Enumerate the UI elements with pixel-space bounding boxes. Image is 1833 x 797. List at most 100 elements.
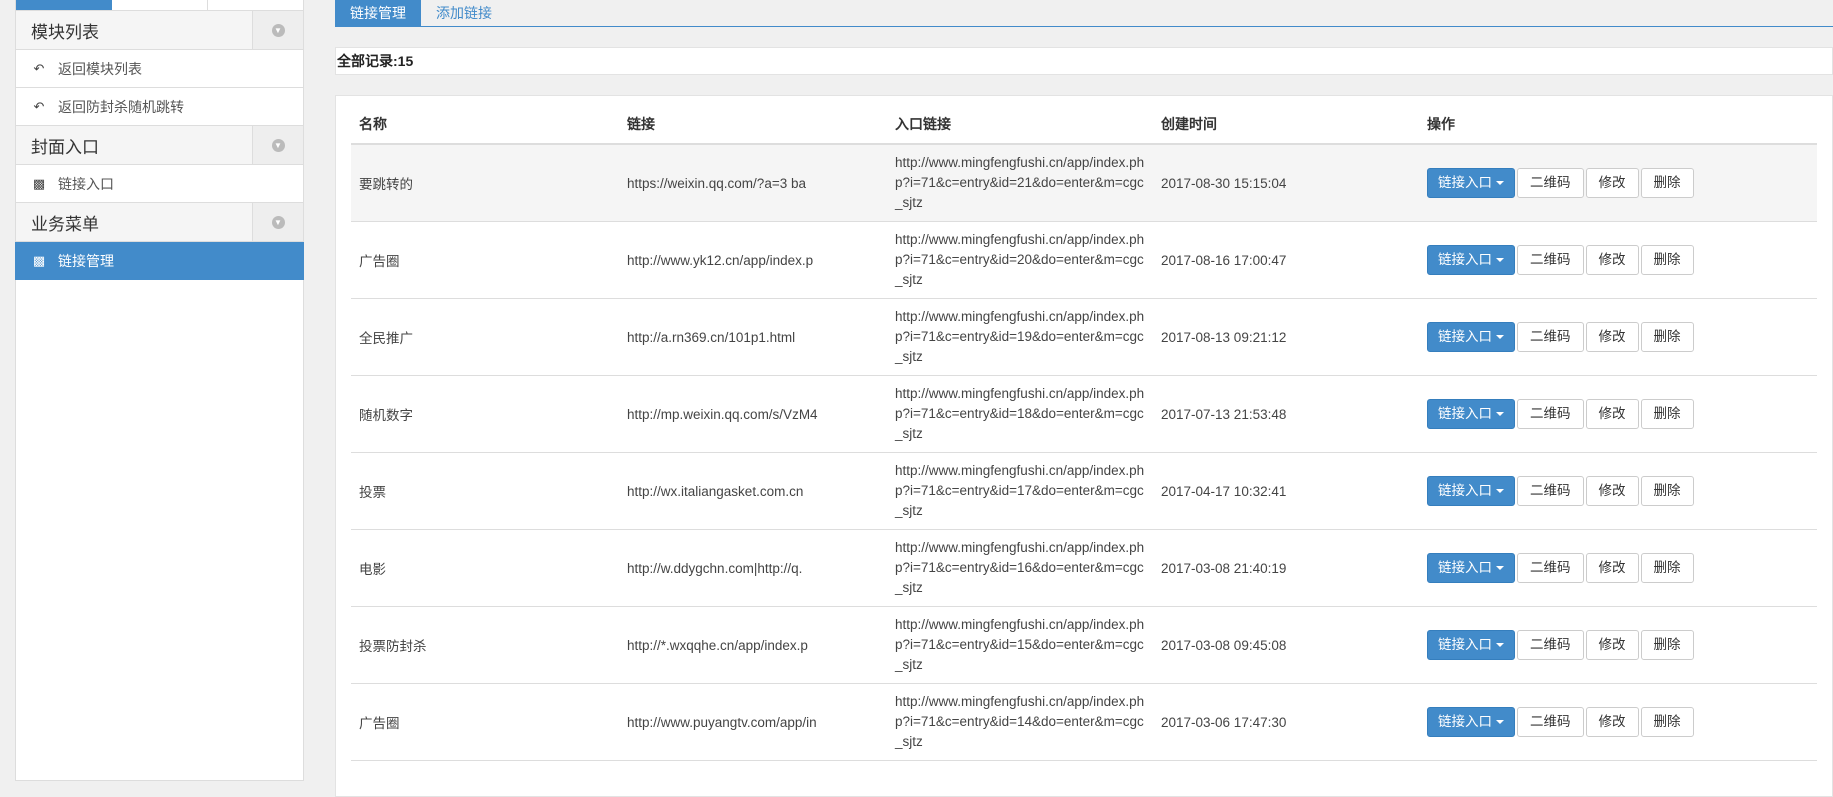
cell-created: 2017-08-13 09:21:12 <box>1153 298 1419 376</box>
caret-down-icon <box>1496 489 1504 494</box>
link-entry-dropdown-button[interactable]: 链接入口 <box>1427 553 1515 583</box>
delete-button[interactable]: 删除 <box>1640 168 1694 198</box>
cell-ops: 链接入口 二维码 修改 删除 <box>1419 452 1817 530</box>
qrcode-button[interactable]: 二维码 <box>1517 168 1584 198</box>
reply-icon: ↶ <box>33 98 45 114</box>
delete-button[interactable]: 删除 <box>1640 553 1694 583</box>
reply-icon: ↶ <box>33 60 45 76</box>
chevron-down-icon: ▼ <box>271 23 285 37</box>
button-label: 链接入口 <box>1438 483 1492 498</box>
edit-button[interactable]: 修改 <box>1585 322 1639 352</box>
cell-entry-link: http://www.mingfengfushi.cn/app/index.ph… <box>887 452 1153 530</box>
link-entry-dropdown-button[interactable]: 链接入口 <box>1427 322 1515 352</box>
sidebar-top-tabs <box>15 0 304 11</box>
cell-name: 随机数字 <box>351 375 619 453</box>
tab-add-link[interactable]: 添加链接 <box>421 0 507 26</box>
link-entry-dropdown-button[interactable]: 链接入口 <box>1427 630 1515 660</box>
column-header-entry: 入口链接 <box>887 105 1153 145</box>
delete-button[interactable]: 删除 <box>1640 630 1694 660</box>
button-label: 链接入口 <box>1438 329 1492 344</box>
cell-link: http://w.ddygchn.com|http://q. <box>619 529 887 607</box>
delete-button[interactable]: 删除 <box>1640 245 1694 275</box>
sidebar-top-tab[interactable] <box>208 0 303 10</box>
link-entry-dropdown-button[interactable]: 链接入口 <box>1427 245 1515 275</box>
cell-ops: 链接入口 二维码 修改 删除 <box>1419 144 1817 222</box>
link-entry-dropdown-button[interactable]: 链接入口 <box>1427 707 1515 737</box>
record-count: 全部记录:15 <box>335 47 1833 75</box>
sidebar-item-link-entry[interactable]: ▩ 链接入口 <box>15 165 304 203</box>
sidebar-top-tab[interactable] <box>112 0 208 10</box>
link-entry-dropdown-button[interactable]: 链接入口 <box>1427 399 1515 429</box>
sidebar-item-back-module-list[interactable]: ↶ 返回模块列表 <box>15 50 304 88</box>
sidebar-top-tab[interactable] <box>16 0 112 10</box>
qrcode-button[interactable]: 二维码 <box>1517 322 1584 352</box>
delete-button[interactable]: 删除 <box>1640 476 1694 506</box>
cell-link: http://wx.italiangasket.com.cn <box>619 452 887 530</box>
sidebar-item-back-random-jump[interactable]: ↶ 返回防封杀随机跳转 <box>15 88 304 126</box>
record-count-label: 全部记录:15 <box>337 53 414 69</box>
table-row: 投票防封杀 http://*.wxqqhe.cn/app/index.p http:… <box>351 606 1817 684</box>
qrcode-button[interactable]: 二维码 <box>1517 553 1584 583</box>
section-toggle[interactable]: ▼ <box>252 11 303 49</box>
sidebar-item-link-manage[interactable]: ▩ 链接管理 <box>15 242 304 280</box>
column-header-ops: 操作 <box>1419 105 1817 145</box>
cell-entry-link: http://www.mingfengfushi.cn/app/index.ph… <box>887 529 1153 607</box>
button-label: 链接入口 <box>1438 406 1492 421</box>
edit-button[interactable]: 修改 <box>1585 399 1639 429</box>
cell-created: 2017-04-17 10:32:41 <box>1153 452 1419 530</box>
edit-button[interactable]: 修改 <box>1585 707 1639 737</box>
sidebar-section-business-menu[interactable]: 业务菜单 ▼ <box>15 203 304 242</box>
nav-tabs: 链接管理 添加链接 <box>335 0 1833 27</box>
cell-link: https://weixin.qq.com/?a=3 ba <box>619 144 887 222</box>
cell-name: 全民推广 <box>351 298 619 376</box>
cell-ops: 链接入口 二维码 修改 删除 <box>1419 683 1817 761</box>
cell-created: 2017-03-06 17:47:30 <box>1153 683 1419 761</box>
caret-down-icon <box>1496 643 1504 648</box>
button-label: 链接入口 <box>1438 714 1492 729</box>
link-entry-dropdown-button[interactable]: 链接入口 <box>1427 168 1515 198</box>
edit-button[interactable]: 修改 <box>1585 630 1639 660</box>
qrcode-button[interactable]: 二维码 <box>1517 245 1584 275</box>
delete-button[interactable]: 删除 <box>1640 707 1694 737</box>
sidebar-section-title: 模块列表 <box>31 22 99 42</box>
qrcode-button[interactable]: 二维码 <box>1517 399 1584 429</box>
table-row: 广告圈 http://www.yk12.cn/app/index.p http://… <box>351 221 1817 299</box>
edit-button[interactable]: 修改 <box>1585 476 1639 506</box>
sidebar-section-modules[interactable]: 模块列表 ▼ <box>15 11 304 50</box>
qrcode-button[interactable]: 二维码 <box>1517 707 1584 737</box>
cell-ops: 链接入口 二维码 修改 删除 <box>1419 529 1817 607</box>
qrcode-button[interactable]: 二维码 <box>1517 476 1584 506</box>
sidebar-section-title: 业务菜单 <box>31 214 99 234</box>
tab-link-manage[interactable]: 链接管理 <box>335 0 421 26</box>
chevron-down-icon: ▼ <box>271 138 285 152</box>
cell-ops: 链接入口 二维码 修改 删除 <box>1419 606 1817 684</box>
button-label: 链接入口 <box>1438 637 1492 652</box>
section-toggle[interactable]: ▼ <box>252 126 303 164</box>
section-toggle[interactable]: ▼ <box>252 203 303 241</box>
cell-ops: 链接入口 二维码 修改 删除 <box>1419 375 1817 453</box>
edit-button[interactable]: 修改 <box>1585 245 1639 275</box>
edit-button[interactable]: 修改 <box>1585 168 1639 198</box>
link-entry-dropdown-button[interactable]: 链接入口 <box>1427 476 1515 506</box>
table-row: 要跳转的 https://weixin.qq.com/?a=3 ba http://… <box>351 144 1817 222</box>
cell-name: 要跳转的 <box>351 144 619 222</box>
main-content: 链接管理 添加链接 全部记录:15 名称 链接 入口链接 创建时间 操作 要跳转… <box>335 0 1833 797</box>
delete-button[interactable]: 删除 <box>1640 399 1694 429</box>
cell-entry-link: http://www.mingfengfushi.cn/app/index.ph… <box>887 144 1153 222</box>
cell-name: 广告圈 <box>351 683 619 761</box>
cell-entry-link: http://www.mingfengfushi.cn/app/index.ph… <box>887 221 1153 299</box>
delete-button[interactable]: 删除 <box>1640 322 1694 352</box>
table-header-row: 名称 链接 入口链接 创建时间 操作 <box>351 105 1817 145</box>
puzzle-icon: ▩ <box>32 175 46 191</box>
column-header-name: 名称 <box>351 105 619 145</box>
table-row: 投票 http://wx.italiangasket.com.cn http://w… <box>351 452 1817 530</box>
edit-button[interactable]: 修改 <box>1585 553 1639 583</box>
puzzle-icon: ▩ <box>32 252 46 268</box>
caret-down-icon <box>1496 412 1504 417</box>
button-label: 链接入口 <box>1438 175 1492 190</box>
cell-link: http://*.wxqqhe.cn/app/index.p <box>619 606 887 684</box>
sidebar-section-cover-entry[interactable]: 封面入口 ▼ <box>15 126 304 165</box>
qrcode-button[interactable]: 二维码 <box>1517 630 1584 660</box>
cell-entry-link: http://www.mingfengfushi.cn/app/index.ph… <box>887 298 1153 376</box>
sidebar-item-label: 返回模块列表 <box>58 60 142 77</box>
